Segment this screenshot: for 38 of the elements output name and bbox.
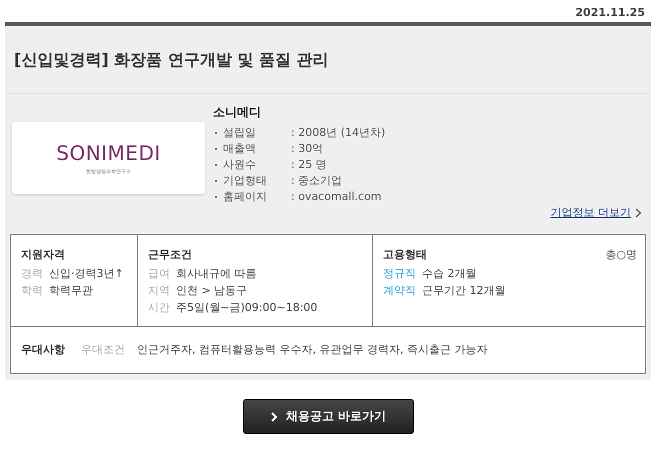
- info-value: : 30억: [291, 141, 324, 157]
- field-label: 우대조건: [81, 342, 125, 357]
- field-value: 근무기간 12개월: [422, 283, 506, 299]
- section-heading: 우대사항: [21, 342, 65, 357]
- field-label: 경력: [21, 266, 43, 282]
- field-value: 인천 > 남동구: [176, 283, 248, 299]
- info-value: : 25 명: [291, 157, 327, 173]
- field-value: 인근거주자, 컴퓨터활용능력 우수자, 유관업무 경력자, 즉시출근 가능자: [137, 342, 488, 357]
- field-label: 학력: [21, 283, 43, 299]
- info-label: 사원수: [223, 157, 257, 173]
- apply-button[interactable]: 채용공고 바로가기: [243, 399, 414, 434]
- section-heading: 고용형태: [383, 247, 427, 262]
- section-heading: 지원자격: [21, 247, 65, 262]
- field-value: 신입·경력3년↑: [49, 266, 125, 282]
- chevron-icon: [635, 208, 642, 218]
- field-value: 학력무관: [49, 283, 94, 299]
- chevron-icon: [270, 412, 278, 422]
- field-value: 주5일(월~금)09:00~18:00: [176, 300, 318, 316]
- info-label: 홈페이지: [223, 189, 268, 205]
- job-title: [신입및경력] 화장품 연구개발 및 품질 관리: [8, 26, 648, 94]
- company-name: 소니메디: [213, 104, 262, 121]
- field-label: 급여: [148, 266, 170, 282]
- info-label: 설립일: [223, 125, 257, 141]
- field-label: 정규직: [383, 266, 416, 282]
- headcount: 총○명: [605, 247, 637, 262]
- field-value: 회사내규에 따름: [176, 266, 256, 282]
- info-label: 매출액: [223, 141, 257, 157]
- info-value: : 2008년 (14년차): [291, 125, 386, 141]
- section-heading: 근무조건: [148, 247, 192, 262]
- field-label: 계약직: [383, 283, 416, 299]
- field-label: 시간: [148, 300, 170, 316]
- info-value: : ovacomall.com: [291, 189, 382, 205]
- info-value: : 중소기업: [291, 173, 342, 189]
- field-value: 수습 2개월: [422, 266, 476, 282]
- posting-date: 2021.11.25: [575, 6, 645, 19]
- info-label: 기업형태: [223, 173, 268, 189]
- company-info-link[interactable]: 기업정보 더보기: [550, 205, 631, 220]
- field-label: 지역: [148, 283, 170, 299]
